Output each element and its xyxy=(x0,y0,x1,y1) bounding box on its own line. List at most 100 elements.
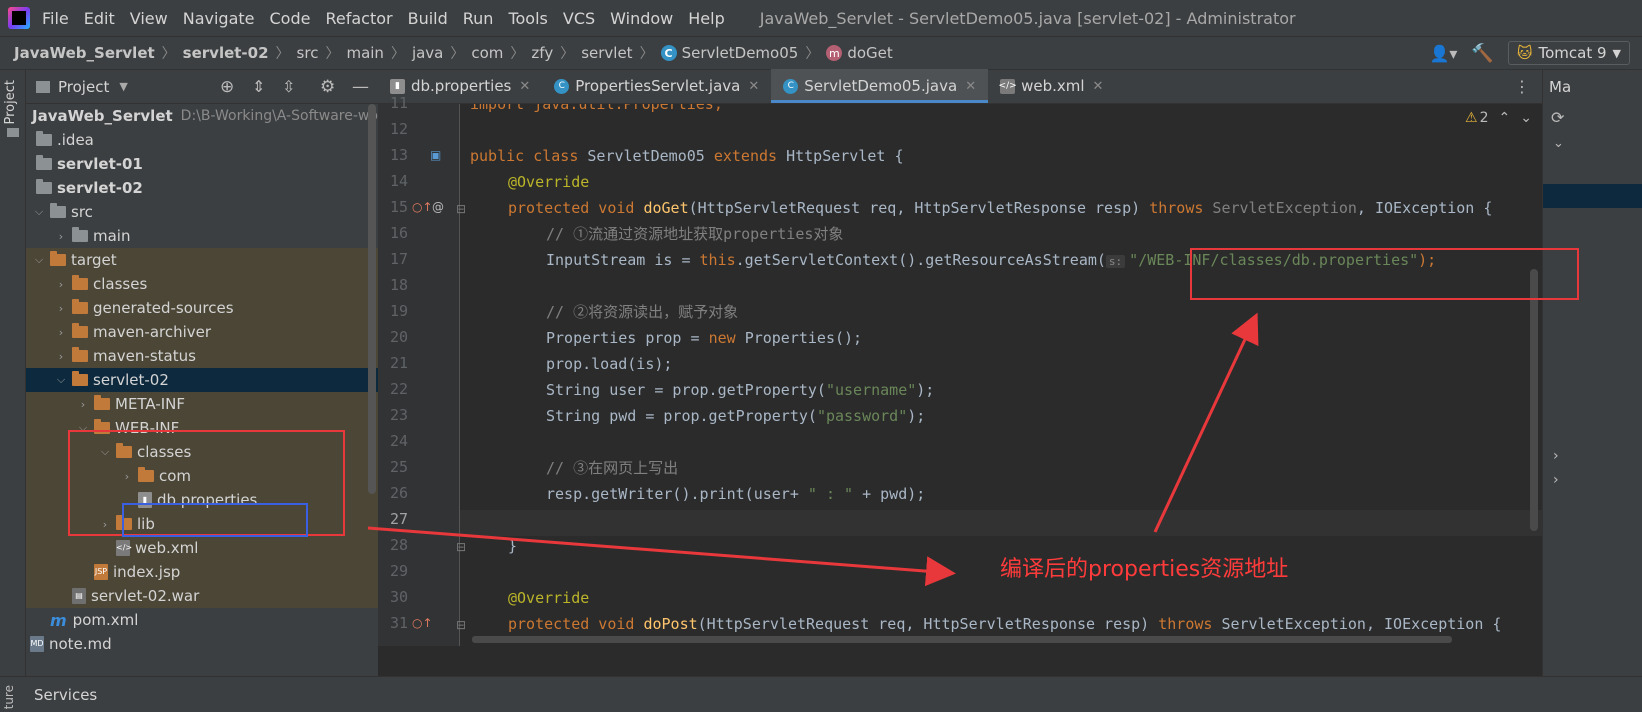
breadcrumb-java[interactable]: java xyxy=(412,44,443,62)
chevron-down-icon[interactable]: ⌄ xyxy=(1553,136,1564,151)
user-icon[interactable]: 👤▾ xyxy=(1429,44,1457,63)
project-tree: JavaWeb_Servlet D:\B-Working\A-Software-w… xyxy=(26,104,392,676)
breadcrumb-zfy[interactable]: zfy xyxy=(531,44,553,62)
tree-item[interactable]: </> web.xml xyxy=(26,536,378,560)
close-icon[interactable]: ✕ xyxy=(1093,79,1104,94)
menu-navigate[interactable]: Navigate xyxy=(183,9,255,28)
override-gutter-icon[interactable]: ○↑ xyxy=(412,616,433,630)
menu-help[interactable]: Help xyxy=(688,9,724,28)
chevron-down-icon[interactable]: ⌵ xyxy=(54,373,68,387)
project-tool-tab[interactable]: Project xyxy=(3,80,18,124)
menu-run[interactable]: Run xyxy=(463,9,494,28)
line-number: 15 xyxy=(389,198,408,216)
tree-item[interactable]: › classes xyxy=(26,272,378,296)
tab-label: PropertiesServlet.java xyxy=(575,77,741,95)
chevron-right-icon[interactable]: › xyxy=(54,350,68,363)
tree-item[interactable]: › main xyxy=(26,224,378,248)
line-number: 31 xyxy=(389,614,408,632)
highlight-box-resource-path xyxy=(1190,248,1579,300)
tree-item-label: pom.xml xyxy=(72,611,139,629)
code-line: Properties prop = new Properties(); xyxy=(546,325,862,351)
minimize-icon[interactable]: — xyxy=(352,77,369,97)
tree-item[interactable]: JavaWeb_Servlet D:\B-Working\A-Software-w… xyxy=(26,104,392,128)
menu-tools[interactable]: Tools xyxy=(508,9,547,28)
breadcrumb-class[interactable]: C ServletDemo05 xyxy=(660,44,798,62)
close-icon[interactable]: ✕ xyxy=(519,79,530,94)
code-line: resp.getWriter().print(user+ " : " + pwd… xyxy=(546,481,925,507)
chevron-up-icon[interactable]: ⌃ xyxy=(1499,110,1511,126)
chevron-right-icon[interactable]: › xyxy=(54,302,68,315)
more-options-icon[interactable]: ⋮ xyxy=(1514,77,1530,96)
chevron-down-icon[interactable]: ▼ xyxy=(119,80,127,93)
breadcrumb-project[interactable]: JavaWeb_Servlet xyxy=(14,44,155,62)
chevron-right-icon: 〉 xyxy=(560,46,575,62)
tree-item[interactable]: › META-INF xyxy=(26,392,378,416)
line-number: 30 xyxy=(389,588,408,606)
breadcrumb-module[interactable]: servlet-02 xyxy=(183,44,269,62)
editor-scrollbar[interactable] xyxy=(1530,269,1538,531)
chevron-right-icon[interactable]: › xyxy=(1553,472,1559,488)
chevron-right-icon[interactable]: › xyxy=(1553,448,1559,464)
tree-item[interactable]: MD note.md xyxy=(26,632,378,656)
structure-tool-tab[interactable]: ture xyxy=(2,685,16,709)
gear-icon[interactable]: ⚙ xyxy=(320,77,335,97)
tree-item[interactable]: ⌵ target xyxy=(26,248,378,272)
chevron-down-icon[interactable]: ⌵ xyxy=(32,253,46,267)
expand-all-icon[interactable]: ⇕ xyxy=(252,77,265,96)
menu-edit[interactable]: Edit xyxy=(84,9,115,28)
tree-item[interactable]: ⌵ src xyxy=(26,200,378,224)
menu-build[interactable]: Build xyxy=(408,9,448,28)
chevron-right-icon[interactable]: › xyxy=(54,278,68,291)
menu-vcs[interactable]: VCS xyxy=(563,9,595,28)
properties-file-icon: ▮ xyxy=(390,78,405,94)
code-token: InputStream is = xyxy=(546,251,700,269)
tree-item[interactable]: › generated-sources xyxy=(26,296,378,320)
code-token: // ①流通过资源地址获取properties对象 xyxy=(546,225,844,243)
class-icon: C xyxy=(554,78,570,94)
breadcrumb-src[interactable]: src xyxy=(297,44,319,62)
collapse-all-icon[interactable]: ⇳ xyxy=(282,77,295,96)
breadcrumb-main[interactable]: main xyxy=(346,44,383,62)
chevron-right-icon[interactable]: › xyxy=(54,230,68,243)
tree-item[interactable]: › maven-status xyxy=(26,344,378,368)
tree-item[interactable]: servlet-02 xyxy=(26,176,378,200)
menu-view[interactable]: View xyxy=(130,9,168,28)
chevron-down-icon[interactable]: ⌵ xyxy=(32,205,46,219)
chevron-right-icon[interactable]: › xyxy=(54,326,68,339)
override-gutter-icon[interactable]: ○↑ xyxy=(412,200,433,214)
chevron-down-icon[interactable]: ⌄ xyxy=(1520,110,1532,126)
tab-web-xml[interactable]: </> web.xml ✕ xyxy=(988,69,1115,103)
services-tab[interactable]: Services xyxy=(34,686,97,704)
breadcrumb-servlet[interactable]: servlet xyxy=(581,44,632,62)
tree-item[interactable]: ▤ servlet-02.war xyxy=(26,584,378,608)
breadcrumb-com[interactable]: com xyxy=(471,44,503,62)
run-config-select[interactable]: 🐱 Tomcat 9 ▼ xyxy=(1507,41,1630,65)
tree-item-selected[interactable]: ⌵ servlet-02 xyxy=(26,368,378,392)
menu-refactor[interactable]: Refactor xyxy=(325,9,392,28)
chevron-right-icon[interactable]: › xyxy=(76,398,90,411)
implements-gutter-icon[interactable]: ▣ xyxy=(430,148,441,162)
close-icon[interactable]: ✕ xyxy=(965,79,976,94)
build-hammer-icon[interactable]: 🔨 xyxy=(1471,43,1493,64)
menu-window[interactable]: Window xyxy=(610,9,673,28)
close-icon[interactable]: ✕ xyxy=(748,79,759,94)
refresh-icon[interactable]: ⟳ xyxy=(1551,108,1564,127)
menu-code[interactable]: Code xyxy=(270,9,311,28)
tree-item[interactable]: m pom.xml xyxy=(26,608,378,632)
tree-item[interactable]: .idea xyxy=(26,128,378,152)
code-token: protected void xyxy=(508,199,644,217)
inspection-widget[interactable]: ⚠ 2 ⌃ ⌄ xyxy=(1465,110,1532,126)
tree-item[interactable]: JSP index.jsp xyxy=(26,560,378,584)
maven-panel-label[interactable]: Ma xyxy=(1549,78,1571,96)
menu-file[interactable]: File xyxy=(42,9,69,28)
locate-icon[interactable]: ⊕ xyxy=(220,77,234,97)
tab-servlet-demo05[interactable]: C ServletDemo05.java ✕ xyxy=(771,69,989,103)
project-panel-title[interactable]: Project xyxy=(58,78,109,96)
code-line: import java.util.Properties; xyxy=(470,104,723,117)
tree-item[interactable]: › maven-archiver xyxy=(26,320,378,344)
tree-scrollbar[interactable] xyxy=(368,104,376,494)
horizontal-scrollbar[interactable] xyxy=(472,636,1452,643)
breadcrumb-method[interactable]: m doGet xyxy=(826,44,893,62)
tree-item[interactable]: servlet-01 xyxy=(26,152,378,176)
tab-properties-servlet[interactable]: C PropertiesServlet.java ✕ xyxy=(542,69,771,103)
